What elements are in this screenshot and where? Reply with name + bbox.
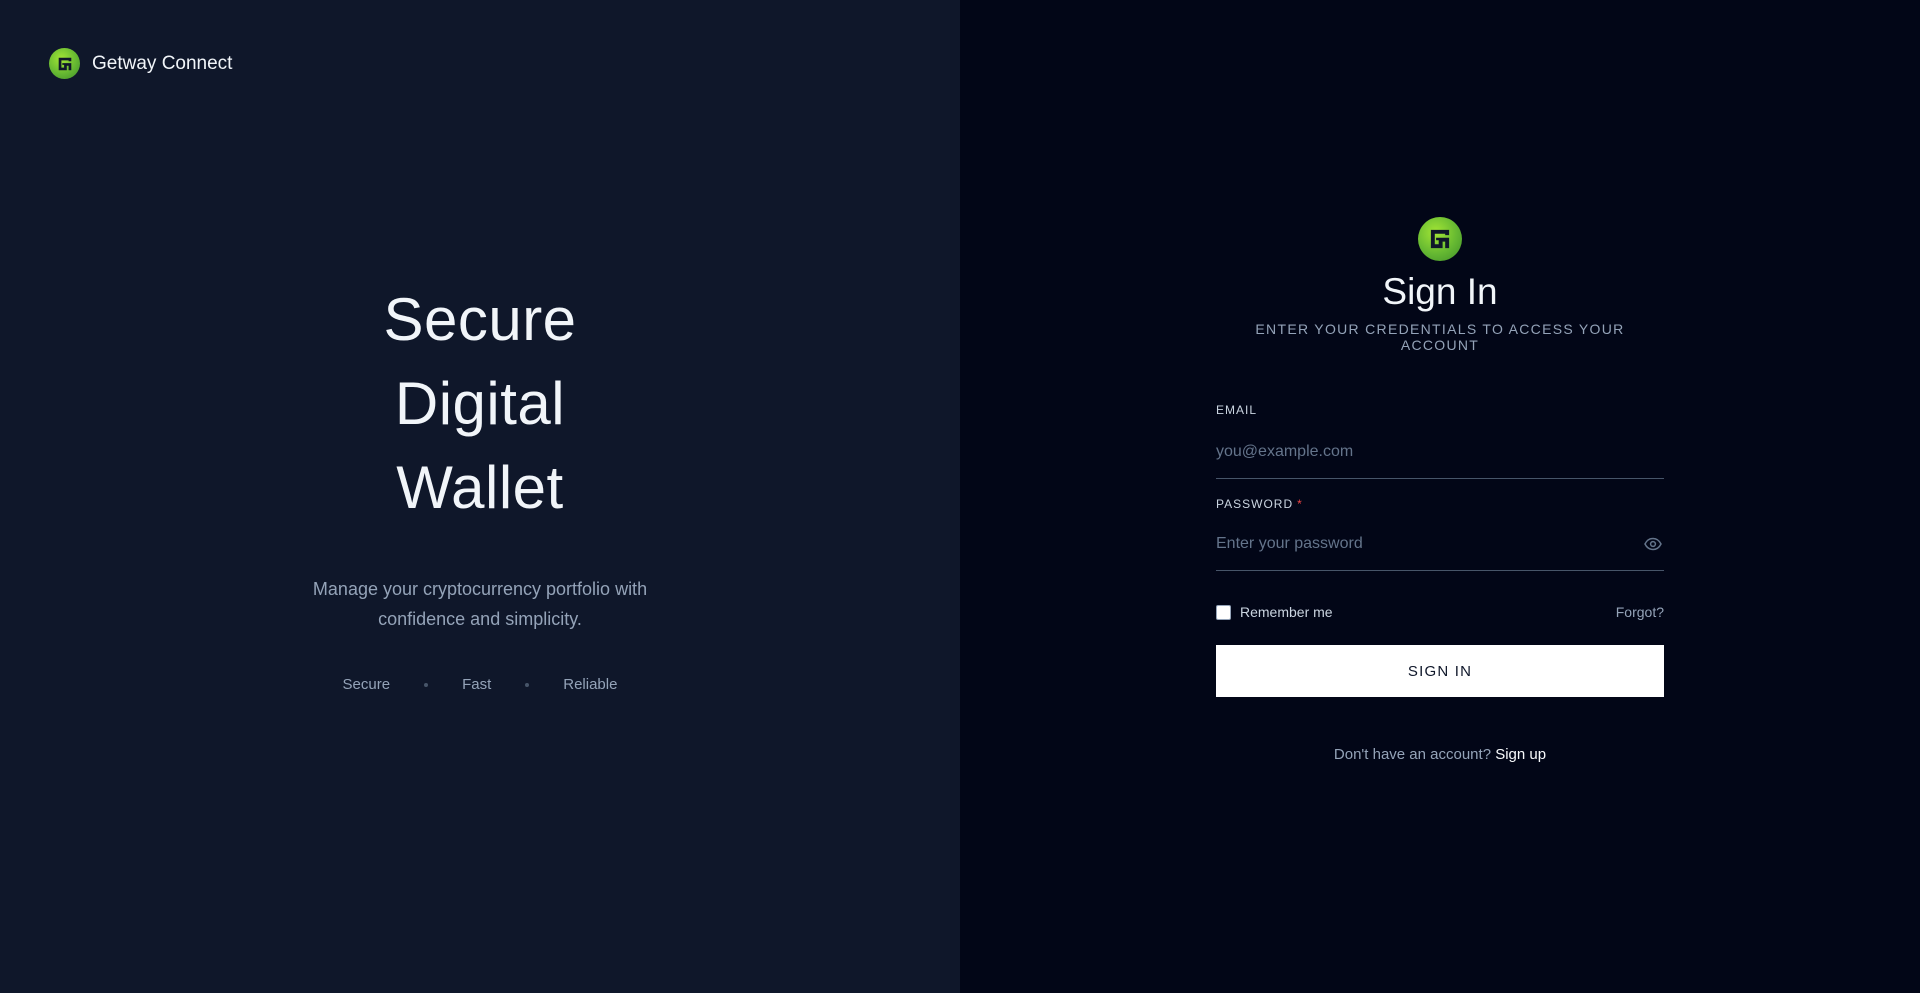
signup-prompt: Don't have an account? Sign up xyxy=(1216,746,1664,763)
signup-prompt-text: Don't have an account? xyxy=(1333,746,1492,763)
getway-logo-icon xyxy=(49,48,80,79)
signin-subtitle: ENTER YOUR CREDENTIALS TO ACCESS YOUR AC… xyxy=(1255,321,1625,353)
password-label: PASSWORD * xyxy=(1216,497,1664,511)
feature-item: Reliable xyxy=(563,676,618,693)
email-label: EMAIL xyxy=(1216,403,1258,417)
brand-name: Getway Connect xyxy=(92,52,233,74)
hero-title-line: Digital xyxy=(394,370,566,437)
hero-panel: Getway Connect Secure Digital Wallet Man… xyxy=(0,0,960,993)
separator-dot xyxy=(424,682,429,687)
password-field[interactable] xyxy=(1216,519,1664,569)
signin-form: Sign In ENTER YOUR CREDENTIALS TO ACCESS… xyxy=(1216,217,1664,763)
eye-icon[interactable] xyxy=(1644,537,1662,556)
hero-content: Secure Digital Wallet Manage your crypto… xyxy=(0,278,960,693)
remember-me[interactable]: Remember me xyxy=(1216,604,1333,620)
remember-label: Remember me xyxy=(1240,604,1333,620)
feature-item: Secure xyxy=(342,676,391,693)
hero-title-line: Secure xyxy=(383,286,577,353)
signup-link[interactable]: Sign up xyxy=(1495,746,1546,763)
forgot-password-link[interactable]: Forgot? xyxy=(1616,604,1664,620)
feature-list: Secure Fast Reliable xyxy=(0,676,960,693)
password-field-wrap xyxy=(1216,519,1664,571)
hero-subtitle-line: confidence and simplicity. xyxy=(378,609,582,629)
remember-checkbox[interactable] xyxy=(1216,604,1231,620)
login-page: Getway Connect Secure Digital Wallet Man… xyxy=(0,0,1920,993)
separator-dot xyxy=(525,682,530,687)
signin-title: Sign In xyxy=(1382,271,1498,312)
form-options: Remember me Forgot? xyxy=(1216,604,1664,620)
hero-title-line: Wallet xyxy=(396,454,564,521)
feature-item: Fast xyxy=(462,676,492,693)
hero-title: Secure Digital Wallet xyxy=(0,278,960,530)
password-group: PASSWORD * xyxy=(1216,497,1664,571)
email-field-wrap xyxy=(1216,427,1664,479)
getway-logo-icon xyxy=(1418,217,1462,261)
email-group: EMAIL xyxy=(1216,403,1664,479)
password-label-text: PASSWORD xyxy=(1216,497,1294,511)
hero-subtitle-line: Manage your cryptocurrency portfolio wit… xyxy=(312,579,648,599)
signin-button[interactable]: SIGN IN xyxy=(1216,645,1664,697)
required-mark: * xyxy=(1297,497,1303,511)
email-field[interactable] xyxy=(1216,427,1664,477)
hero-subtitle: Manage your cryptocurrency portfolio wit… xyxy=(0,574,960,634)
signin-panel: Sign In ENTER YOUR CREDENTIALS TO ACCESS… xyxy=(960,0,1920,993)
brand[interactable]: Getway Connect xyxy=(49,48,232,79)
